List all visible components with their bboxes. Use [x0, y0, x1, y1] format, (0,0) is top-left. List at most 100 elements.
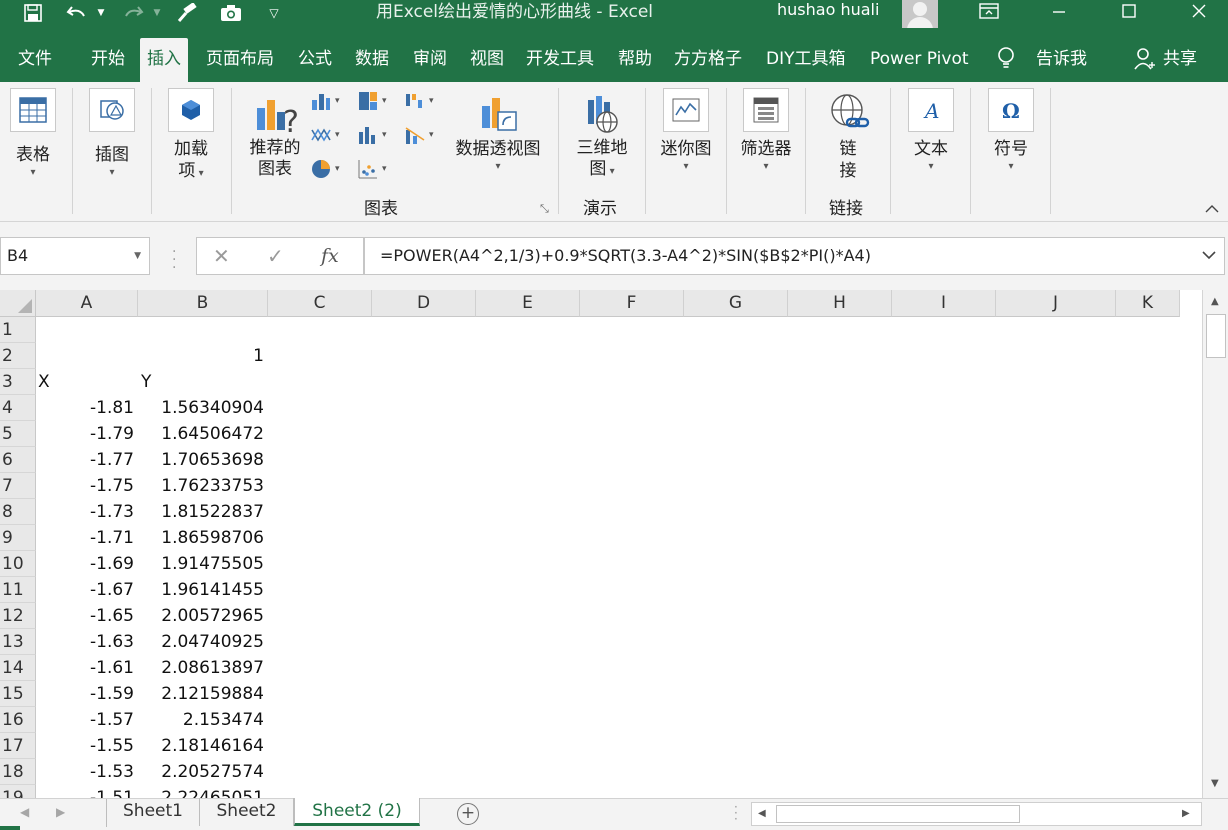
addins-button[interactable]: 加载 项 ▾ — [168, 88, 214, 182]
name-box[interactable]: B4 ▼ — [0, 237, 150, 275]
cell-b3[interactable]: Y — [141, 369, 201, 395]
insert-function-icon[interactable]: fx — [321, 238, 339, 274]
column-header[interactable]: K — [1116, 290, 1180, 317]
worksheet-grid[interactable]: ABCDEFGHIJK 1 2 3 4 5 6 7 8 9 10 11 12 13 14 15 16 17 18 1… — [0, 290, 1202, 798]
illustrations-button[interactable]: 插图 ▾ — [89, 88, 135, 180]
avatar[interactable] — [902, 0, 938, 28]
sparklines-button[interactable]: 迷你图 ▾ — [656, 88, 716, 174]
cell-x-value[interactable]: -1.55 — [36, 733, 134, 759]
row-header[interactable]: 5 — [0, 421, 36, 447]
vertical-scroll-thumb[interactable] — [1206, 314, 1226, 358]
formula-bar-grip[interactable]: · · · — [172, 245, 176, 275]
row-header[interactable]: 2 — [0, 343, 36, 369]
cell-y-value[interactable]: 1.81522837 — [140, 499, 264, 525]
share-button[interactable]: 共享 — [1161, 36, 1199, 82]
cell-y-value[interactable]: 2.08613897 — [140, 655, 264, 681]
formula-input[interactable]: =POWER(A4^2,1/3)+0.9*SQRT(3.3-A4^2)*SIN(… — [364, 237, 1225, 275]
column-header[interactable]: J — [996, 290, 1116, 317]
maximize-icon[interactable] — [1106, 0, 1152, 22]
cell-x-value[interactable]: -1.51 — [36, 785, 134, 798]
tab-view[interactable]: 视图 — [468, 36, 506, 82]
enter-icon[interactable]: ✓ — [267, 238, 284, 274]
sheet-tab-sheet1[interactable]: Sheet1 — [107, 798, 200, 826]
sheet-prev-icon[interactable]: ◀ — [20, 805, 29, 819]
expand-formula-icon[interactable] — [1202, 238, 1216, 274]
cell-y-value[interactable]: 1.91475505 — [140, 551, 264, 577]
column-header[interactable]: H — [788, 290, 892, 317]
scroll-down-icon[interactable]: ▼ — [1211, 778, 1219, 789]
column-header[interactable]: D — [372, 290, 476, 317]
lightbulb-icon[interactable] — [996, 36, 1018, 82]
column-header[interactable]: B — [138, 290, 268, 317]
cell-y-value[interactable]: 2.22465051 — [140, 785, 264, 798]
ribbon-display-icon[interactable] — [966, 0, 1012, 22]
redo-icon[interactable] — [118, 0, 148, 26]
cell-y-value[interactable]: 1.56340904 — [140, 395, 264, 421]
tab-diy-toolbox[interactable]: DIY工具箱 — [764, 36, 848, 82]
sheet-tab-sheet2[interactable]: Sheet2 — [200, 798, 294, 826]
select-all-corner[interactable] — [0, 290, 36, 317]
tab-formulas[interactable]: 公式 — [296, 36, 334, 82]
column-header[interactable]: G — [684, 290, 788, 317]
row-header[interactable]: 12 — [0, 603, 36, 629]
tab-review[interactable]: 审阅 — [411, 36, 449, 82]
column-header[interactable]: I — [892, 290, 996, 317]
row-header[interactable]: 11 — [0, 577, 36, 603]
tab-help[interactable]: 帮助 — [616, 36, 654, 82]
cell-y-value[interactable]: 1.96141455 — [140, 577, 264, 603]
column-chart-button[interactable]: ▾ — [310, 90, 340, 112]
tab-power-pivot[interactable]: Power Pivot — [868, 36, 971, 82]
share-person-icon[interactable] — [1132, 36, 1158, 82]
tables-button[interactable]: 表格 ▾ — [10, 88, 56, 180]
cell-y-value[interactable]: 2.12159884 — [140, 681, 264, 707]
row-header[interactable]: 13 — [0, 629, 36, 655]
cell-y-value[interactable]: 1.64506472 — [140, 421, 264, 447]
tell-me-search[interactable]: 告诉我 — [1034, 36, 1089, 82]
cell-x-value[interactable]: -1.59 — [36, 681, 134, 707]
hierarchy-chart-button[interactable]: ▾ — [357, 90, 387, 112]
cell-y-value[interactable]: 1.86598706 — [140, 525, 264, 551]
tab-page-layout[interactable]: 页面布局 — [204, 36, 276, 82]
scroll-right-icon[interactable]: ▶ — [1182, 808, 1190, 819]
text-button[interactable]: A 文本 ▾ — [904, 88, 958, 174]
cell-y-value[interactable]: 2.153474 — [140, 707, 264, 733]
row-header[interactable]: 6 — [0, 447, 36, 473]
link-button[interactable]: 链 接 — [822, 90, 874, 182]
cell-x-value[interactable]: -1.61 — [36, 655, 134, 681]
waterfall-chart-button[interactable]: ▾ — [404, 90, 434, 112]
close-icon[interactable] — [1176, 0, 1222, 22]
cell-x-value[interactable]: -1.63 — [36, 629, 134, 655]
row-header[interactable]: 9 — [0, 525, 36, 551]
cell-x-value[interactable]: -1.53 — [36, 759, 134, 785]
line-chart-button[interactable]: ▾ — [310, 124, 340, 146]
cell-x-value[interactable]: -1.75 — [36, 473, 134, 499]
row-header[interactable]: 16 — [0, 707, 36, 733]
cell-x-value[interactable]: -1.77 — [36, 447, 134, 473]
tab-home[interactable]: 开始 — [89, 36, 127, 82]
column-header[interactable]: A — [36, 290, 138, 317]
cell-y-value[interactable]: 2.18146164 — [140, 733, 264, 759]
row-header[interactable]: 8 — [0, 499, 36, 525]
column-header[interactable]: F — [580, 290, 684, 317]
cell-x-value[interactable]: -1.69 — [36, 551, 134, 577]
cell-x-value[interactable]: -1.73 — [36, 499, 134, 525]
row-header[interactable]: 7 — [0, 473, 36, 499]
symbols-button[interactable]: Ω 符号 ▾ — [986, 88, 1036, 174]
sheet-next-icon[interactable]: ▶ — [56, 805, 65, 819]
row-header[interactable]: 17 — [0, 733, 36, 759]
format-painter-icon[interactable] — [172, 0, 202, 26]
tab-developer[interactable]: 开发工具 — [524, 36, 596, 82]
row-header[interactable]: 10 — [0, 551, 36, 577]
cell-a3[interactable]: X — [38, 369, 98, 395]
cell-x-value[interactable]: -1.57 — [36, 707, 134, 733]
column-header[interactable]: C — [268, 290, 372, 317]
row-header[interactable]: 1 — [0, 317, 36, 343]
sheet-tab-sheet2-copy[interactable]: Sheet2 (2) — [294, 798, 420, 826]
save-icon[interactable] — [20, 0, 46, 26]
cell-x-value[interactable]: -1.67 — [36, 577, 134, 603]
statistic-chart-button[interactable]: ▾ — [357, 124, 387, 146]
cell-x-value[interactable]: -1.79 — [36, 421, 134, 447]
pivotchart-button[interactable]: 数据透视图 ▾ — [452, 92, 544, 174]
tab-fangfang[interactable]: 方方格子 — [672, 36, 744, 82]
cell-x-value[interactable]: -1.65 — [36, 603, 134, 629]
